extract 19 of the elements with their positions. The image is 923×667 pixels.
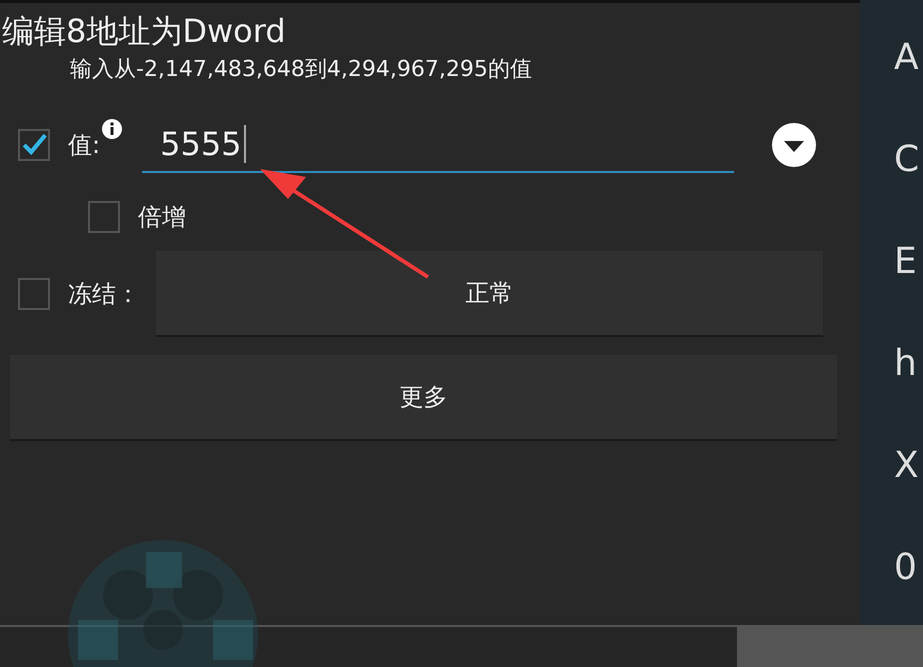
side-list-item[interactable]: X <box>860 442 923 490</box>
freeze-mode-button[interactable]: 正常 <box>156 251 823 337</box>
side-list-item[interactable]: E <box>860 238 923 286</box>
multiply-label: 倍增 <box>138 202 186 233</box>
dropdown-icon[interactable] <box>772 123 816 167</box>
side-list-item[interactable]: 0 <box>860 544 923 592</box>
multiply-checkbox[interactable] <box>88 201 120 233</box>
value-checkbox[interactable] <box>18 129 50 161</box>
more-button[interactable]: 更多 <box>10 355 837 441</box>
value-input-field[interactable]: 5555 <box>142 117 734 173</box>
range-hint: 输入从-2,147,483,648到4,294,967,295的值 <box>69 56 533 84</box>
freeze-label: 冻结： <box>68 279 140 310</box>
dialog-title: 编辑8地址为Dword <box>1 11 287 52</box>
value-label: 值: <box>68 130 100 161</box>
info-icon[interactable] <box>102 119 122 139</box>
side-list-item[interactable]: C <box>860 136 923 184</box>
side-list-item[interactable]: h <box>860 340 923 388</box>
side-list-item[interactable]: A <box>860 34 923 82</box>
freeze-checkbox[interactable] <box>18 278 50 310</box>
